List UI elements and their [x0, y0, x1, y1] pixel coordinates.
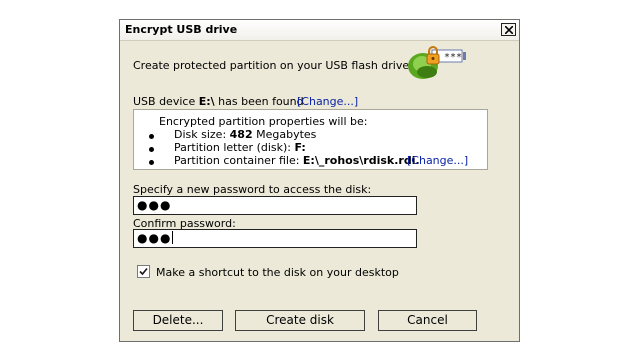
container-file-value: E:\_rohos\rdisk.rdi. [302, 154, 420, 167]
password-label: Specify a new password to access the dis… [133, 183, 372, 196]
dialog-window: Encrypt USB drive Create protected parti… [119, 19, 520, 342]
subtitle-text: Create protected partition on your USB f… [133, 59, 413, 72]
shortcut-label[interactable]: Make a shortcut to the disk on your desk… [156, 266, 399, 279]
properties-header: Encrypted partition properties will be: [159, 115, 368, 128]
title-bar[interactable]: Encrypt USB drive [120, 20, 519, 41]
bullet-icon [149, 160, 154, 165]
usb-drive-letter: E:\ [198, 95, 215, 108]
checkmark-icon [139, 267, 148, 276]
usb-device-line: USB device E:\ has been found [133, 95, 304, 108]
text-cursor [172, 231, 174, 244]
partition-letter-value: F: [294, 141, 306, 154]
cancel-button[interactable]: Cancel [378, 310, 477, 331]
confirm-password-value: ●●● [137, 231, 172, 245]
create-disk-button[interactable]: Create disk [235, 310, 365, 331]
usb-lock-logo-icon: *** [408, 46, 466, 79]
delete-button[interactable]: Delete... [133, 310, 223, 331]
partition-letter-label: Partition letter (disk): [174, 141, 295, 154]
bullet-icon [149, 134, 154, 139]
change-device-link[interactable]: [Change...] [297, 95, 358, 108]
logo-mask-text: *** [444, 52, 462, 63]
password-field[interactable]: ●●● [133, 196, 417, 215]
confirm-password-field[interactable]: ●●● [133, 229, 417, 248]
container-file-label: Partition container file: [174, 154, 303, 167]
change-container-link[interactable]: [Change...] [407, 154, 468, 167]
bullet-icon [149, 147, 154, 152]
disk-size-line: Disk size: 482 Megabytes [174, 128, 316, 141]
properties-box: Encrypted partition properties will be: … [133, 109, 488, 170]
close-icon [505, 26, 513, 34]
partition-letter-line: Partition letter (disk): F: [174, 141, 306, 154]
shortcut-checkbox[interactable] [137, 265, 150, 278]
disk-size-unit: Megabytes [252, 128, 317, 141]
usb-device-suffix: has been found [214, 95, 304, 108]
container-file-line: Partition container file: E:\_rohos\rdis… [174, 154, 420, 167]
usb-device-prefix: USB device [133, 95, 199, 108]
disk-size-value: 482 [229, 128, 253, 141]
close-button[interactable] [501, 23, 516, 36]
window-title: Encrypt USB drive [125, 23, 238, 36]
disk-size-label: Disk size: [174, 128, 230, 141]
